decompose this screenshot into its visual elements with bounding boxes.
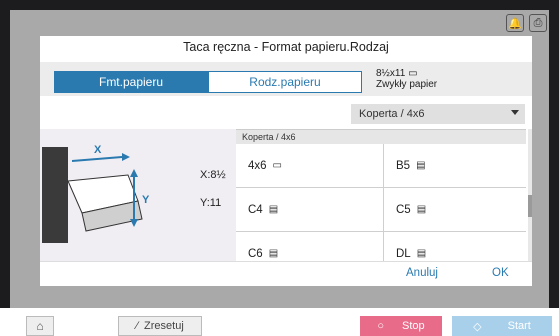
size-option-4x6[interactable]: 4x6 ▭ bbox=[236, 144, 384, 188]
cancel-button[interactable]: Anuluj bbox=[406, 267, 438, 279]
portrait-paper-icon: ▭ bbox=[272, 160, 282, 171]
tray-illustration-pane: X Y X:8½ Y:11 bbox=[40, 129, 236, 261]
size-option-b5[interactable]: B5 ▤ bbox=[384, 144, 526, 188]
dialog-footer: Anuluj OK bbox=[40, 261, 532, 286]
size-grid: Koperta / 4x6 4x6 ▭ B5 ▤ C4 ▤ C5 ▤ C6 ▤ … bbox=[236, 129, 526, 261]
reset-button[interactable]: ∕ Zresetuj bbox=[118, 316, 202, 336]
grid-scrollbar[interactable] bbox=[528, 129, 532, 261]
home-icon: ⌂ bbox=[36, 319, 44, 333]
start-button[interactable]: ◇ Start bbox=[452, 316, 552, 336]
ok-button[interactable]: OK bbox=[492, 267, 509, 279]
chevron-down-icon bbox=[511, 110, 519, 115]
size-option-label: B5 bbox=[396, 159, 411, 172]
job-status-icon[interactable]: ⎙ bbox=[529, 14, 547, 32]
start-icon: ◇ bbox=[473, 320, 482, 333]
landscape-paper-icon: ▤ bbox=[268, 204, 279, 215]
height-readout: Y:11 bbox=[200, 197, 222, 209]
size-option-c6[interactable]: C6 ▤ bbox=[236, 232, 384, 261]
scrollbar-thumb[interactable] bbox=[528, 195, 532, 217]
paper-type-value: Zwykły papier bbox=[376, 79, 438, 90]
dialog-title: Taca ręczna - Format papieru.Rodzaj bbox=[183, 40, 389, 54]
reset-label: Zresetuj bbox=[144, 320, 184, 332]
tab-strip: Fmt.papieru Rodz.papieru 8½x11 ▭ Zwykły … bbox=[40, 62, 532, 96]
stop-button[interactable]: ○ Stop bbox=[360, 316, 442, 336]
current-paper-info: 8½x11 ▭ Zwykły papier bbox=[376, 68, 437, 90]
landscape-paper-icon: ▤ bbox=[268, 248, 279, 259]
svg-text:Y: Y bbox=[142, 194, 150, 206]
landscape-paper-icon: ▤ bbox=[416, 248, 427, 259]
tab-paper-type[interactable]: Rodz.papieru bbox=[208, 71, 362, 93]
landscape-paper-icon: ▤ bbox=[416, 160, 426, 171]
start-label: Start bbox=[507, 320, 531, 332]
home-button[interactable]: ⌂ bbox=[26, 316, 54, 336]
portrait-paper-icon: ▭ bbox=[408, 68, 418, 79]
paper-settings-dialog: Taca ręczna - Format papieru.Rodzaj Fmt.… bbox=[40, 36, 532, 286]
size-option-label: C6 bbox=[248, 247, 263, 260]
envelope-size-select[interactable]: Koperta / 4x6 bbox=[351, 104, 525, 124]
size-option-label: 4x6 bbox=[248, 159, 267, 172]
stop-icon: ○ bbox=[377, 320, 384, 332]
size-option-label: DL bbox=[396, 247, 411, 260]
bypass-tray-illustration: X Y bbox=[42, 144, 150, 243]
size-option-label: C5 bbox=[396, 203, 411, 216]
tab-paper-format[interactable]: Fmt.papieru bbox=[54, 71, 208, 93]
size-option-dl[interactable]: DL ▤ bbox=[384, 232, 526, 261]
pencil-icon: ∕ bbox=[136, 320, 139, 332]
width-readout: X:8½ bbox=[200, 169, 226, 181]
system-bottom-bar: ⌂ ∕ Zresetuj ○ Stop ◇ Start bbox=[0, 308, 559, 336]
size-option-c5[interactable]: C5 ▤ bbox=[384, 188, 526, 232]
stop-label: Stop bbox=[402, 320, 425, 332]
notification-bell-icon[interactable]: 🔔 bbox=[506, 14, 524, 32]
svg-text:X: X bbox=[94, 144, 102, 156]
landscape-paper-icon: ▤ bbox=[416, 204, 427, 215]
select-value: Koperta / 4x6 bbox=[359, 108, 425, 120]
size-option-label: C4 bbox=[248, 203, 263, 216]
paper-size-value: 8½x11 bbox=[376, 68, 406, 79]
size-option-c4[interactable]: C4 ▤ bbox=[236, 188, 384, 232]
grid-header: Koperta / 4x6 bbox=[236, 130, 526, 144]
